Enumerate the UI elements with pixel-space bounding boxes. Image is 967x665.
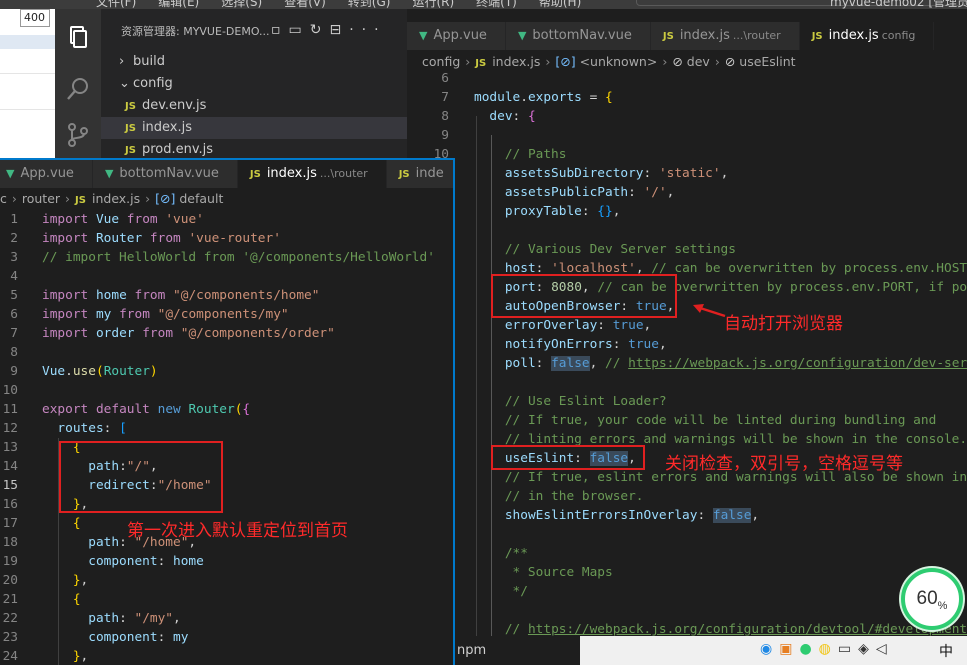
new-folder-icon[interactable]: ▭ [289,22,310,38]
explorer-toolbar: ▫▭↻⊟··· [271,22,387,38]
tab-config-index[interactable]: JS index.js config [799,22,935,50]
tab-index-overflow[interactable]: JS inde [386,160,453,188]
breadcrumb: config › JS index.js › [⊘] <unknown> › ⊘ dev › ⊘ … [422,54,796,69]
edge-icon[interactable]: ◉ [760,641,779,657]
tab-bottomnav-vue[interactable]: ▼ bottomNav.vue [505,22,651,50]
js-file-icon: JS [125,145,136,156]
breadcrumb-item[interactable]: index.js [92,191,140,206]
chevron-down-icon: ⌄ [119,76,130,91]
property-icon: ⊘ [724,54,740,69]
breadcrumb-item[interactable]: config [422,54,460,69]
browser-highlight-row [0,35,55,49]
tab-router-index[interactable]: JS index.js ...\router [650,22,800,50]
terminal-tab[interactable]: npm [455,636,580,665]
line-numbers: 6 7 8 9 10 [433,71,449,162]
performance-gauge[interactable]: 60% [901,568,963,630]
highlight-box-redirect [59,441,223,513]
editor-tabs: ▼ App.vue ▼ bottomNav.vue JS index.js ...\rout… [407,22,935,50]
breadcrumb-item[interactable]: c [0,191,7,206]
browser-window: 400 [0,9,55,159]
menu-file[interactable]: 文件(F) [96,0,136,9]
tree-folder-config[interactable]: ⌄ config [101,73,407,95]
browser-divider [0,109,55,110]
vue-file-icon: ▼ [104,167,114,180]
highlight-box-eslint [491,445,645,470]
breadcrumb: c › router › JS index.js › [⊘] default [0,191,224,206]
qq-icon[interactable]: ◍ [819,641,838,657]
menu-selection[interactable]: 选择(S) [221,0,262,9]
refresh-icon[interactable]: ↻ [310,22,330,38]
tree-file-dev-env[interactable]: JS dev.env.js [101,95,407,117]
router-code[interactable]: import Vue from 'vue' import Router from… [42,210,435,665]
router-editor: ▼ App.vue ▼ bottomNav.vue JS index.js ...\rout… [0,158,455,665]
more-icon[interactable]: ··· [349,22,386,38]
breadcrumb-item[interactable]: router [22,191,60,206]
explorer-title: 资源管理器: MYVUE-DEMO... [121,25,270,38]
highlight-box-port [491,274,677,318]
title-bar: 文件(F) 编辑(E) 选择(S) 查看(V) 转到(G) 运行(R) 终端(T) 帮助(H)… [0,0,967,9]
symbol-icon: [⊘] [155,191,180,206]
tree-folder-build[interactable]: › build [101,51,407,73]
color-icon[interactable]: ▣ [779,641,799,657]
explorer-icon[interactable] [64,23,92,51]
zoom-input[interactable]: 400 [20,9,50,27]
activity-bar [55,9,101,159]
tab-bottomnav-vue[interactable]: ▼ bottomNav.vue [92,160,238,188]
chevron-right-icon: › [119,54,125,69]
breadcrumb-item[interactable]: index.js [492,54,540,69]
system-tray: ◉▣●◍▭◈◁ [760,641,894,657]
breadcrumb-item[interactable]: <unknown> [580,54,658,69]
tree-file-index[interactable]: JS index.js [101,117,407,139]
js-file-icon: JS [125,123,136,134]
js-file-icon: JS [249,169,261,180]
js-file-icon: JS [662,31,674,42]
menu-help[interactable]: 帮助(H) [539,0,581,9]
menu-bar[interactable]: 文件(F) 编辑(E) 选择(S) 查看(V) 转到(G) 运行(R) 终端(T) 帮助(H) [96,0,603,9]
collapse-icon[interactable]: ⊟ [329,22,349,38]
menu-run[interactable]: 运行(R) [412,0,454,9]
wechat-icon[interactable]: ● [799,641,818,657]
window-title: myvue-demo02 [管理员] [830,0,967,9]
vue-file-icon: ▼ [419,29,428,42]
explorer-panel: 资源管理器: MYVUE-DEMO... ▫▭↻⊟··· › build ⌄ con… [101,9,407,159]
vue-file-icon: ▼ [6,167,15,180]
annotation-redirect: 第一次进入默认重定位到首页 [127,521,348,541]
js-file-icon: JS [475,58,487,69]
js-file-icon: JS [398,169,410,180]
js-file-icon: JS [125,101,136,112]
menu-go[interactable]: 转到(G) [348,0,391,9]
editor-tabs: ▼ App.vue ▼ bottomNav.vue JS index.js ...\rout… [0,160,453,188]
search-icon[interactable] [64,75,92,103]
network-icon[interactable]: ◈ [858,641,876,657]
taskbar: npm ◉▣●◍▭◈◁ 中 [455,636,967,665]
menu-terminal[interactable]: 终端(T) [476,0,517,9]
tab-app-vue[interactable]: ▼ App.vue [0,160,93,188]
battery-icon[interactable]: ▭ [838,641,858,657]
annotation-eslint: 关闭检查，双引号，空格逗号等 [665,454,903,474]
breadcrumb-item[interactable]: dev [687,54,710,69]
annotation-auto-open: 自动打开浏览器 [724,314,843,334]
menu-view[interactable]: 查看(V) [284,0,326,9]
volume-icon[interactable]: ◁ [876,641,894,657]
new-file-icon[interactable]: ▫ [271,22,289,38]
js-file-icon: JS [75,195,86,206]
breadcrumb-item[interactable]: useEslint [739,54,795,69]
arrow-left-icon [693,304,726,318]
object-icon: ⊘ [672,54,687,69]
tab-app-vue[interactable]: ▼ App.vue [407,22,506,50]
browser-divider [0,73,55,74]
breadcrumb-item[interactable]: default [179,191,223,206]
symbol-icon: [⊘] [555,54,580,69]
ime-indicator[interactable]: 中 [939,641,953,661]
js-file-icon: JS [811,31,823,42]
vue-file-icon: ▼ [517,29,527,42]
tab-router-index[interactable]: JS index.js ...\router [237,160,387,188]
config-editor: ▼ App.vue ▼ bottomNav.vue JS index.js ...\rout… [407,9,967,665]
source-control-icon[interactable] [64,121,92,149]
line-numbers: 1 2 3 4 5 6 7 8 9 10 11 12 13 14 15 16 1… [2,212,18,664]
config-code[interactable]: module.exports = { dev: { // Paths asset… [474,88,967,639]
menu-edit[interactable]: 编辑(E) [158,0,199,9]
